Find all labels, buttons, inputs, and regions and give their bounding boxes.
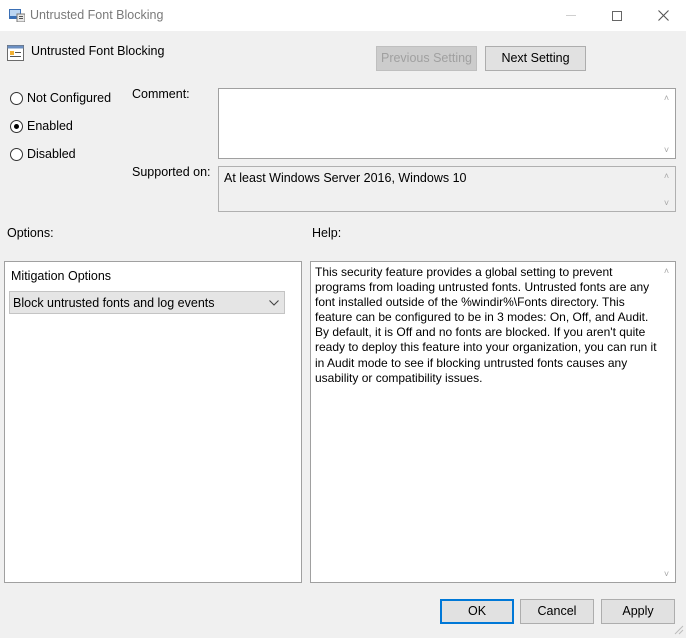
scroll-up-icon[interactable]: ˄ — [658, 89, 675, 106]
supported-on-label: Supported on: — [132, 165, 211, 179]
policy-app-icon — [9, 8, 26, 23]
title-bar[interactable]: Untrusted Font Blocking — [0, 0, 686, 31]
policy-name: Untrusted Font Blocking — [31, 44, 165, 58]
radio-circle[interactable] — [10, 120, 23, 133]
next-setting-button[interactable]: Next Setting — [485, 46, 586, 71]
radio-label: Enabled — [27, 119, 73, 133]
apply-button[interactable]: Apply — [601, 599, 675, 624]
help-heading: Help: — [312, 226, 342, 240]
minimize-icon — [566, 15, 576, 16]
options-panel: Mitigation Options Block untrusted fonts… — [4, 261, 302, 583]
dropdown-value: Block untrusted fonts and log events — [13, 296, 215, 310]
window-title: Untrusted Font Blocking — [30, 8, 164, 22]
maximize-button[interactable] — [594, 0, 640, 31]
radio-label: Not Configured — [27, 91, 112, 105]
ok-button[interactable]: OK — [440, 599, 514, 624]
mitigation-options-label: Mitigation Options — [11, 269, 112, 283]
scroll-up-icon[interactable]: ˄ — [658, 262, 675, 279]
policy-setting-icon — [7, 45, 25, 62]
comment-label: Comment: — [132, 87, 190, 101]
comment-field[interactable]: ˄ ˅ — [218, 88, 676, 159]
radio-selected-dot — [14, 124, 19, 129]
supported-scrollbar[interactable]: ˄ ˅ — [658, 167, 675, 211]
radio-circle[interactable] — [10, 148, 23, 161]
close-button[interactable] — [640, 0, 686, 31]
help-panel: This security feature provides a global … — [310, 261, 676, 583]
scroll-down-icon[interactable]: ˅ — [658, 194, 675, 211]
radio-circle[interactable] — [10, 92, 23, 105]
comment-scrollbar[interactable]: ˄ ˅ — [658, 89, 675, 158]
cancel-button[interactable]: Cancel — [520, 599, 594, 624]
chevron-down-icon — [269, 300, 279, 306]
maximize-icon — [612, 10, 622, 21]
previous-setting-button[interactable]: Previous Setting — [376, 46, 477, 71]
resize-grip[interactable] — [674, 624, 684, 635]
scroll-up-icon[interactable]: ˄ — [658, 167, 675, 184]
supported-on-field: At least Windows Server 2016, Windows 10… — [218, 166, 676, 212]
supported-on-value: At least Windows Server 2016, Windows 10 — [224, 171, 467, 185]
minimize-button[interactable] — [548, 0, 594, 31]
help-text: This security feature provides a global … — [315, 265, 657, 385]
radio-label: Disabled — [27, 147, 76, 161]
options-heading: Options: — [7, 226, 54, 240]
close-icon — [657, 10, 669, 21]
help-scrollbar[interactable]: ˄ ˅ — [658, 262, 675, 582]
scroll-down-icon[interactable]: ˅ — [658, 141, 675, 158]
scroll-down-icon[interactable]: ˅ — [658, 565, 675, 582]
mitigation-options-dropdown[interactable]: Block untrusted fonts and log events — [9, 291, 285, 314]
